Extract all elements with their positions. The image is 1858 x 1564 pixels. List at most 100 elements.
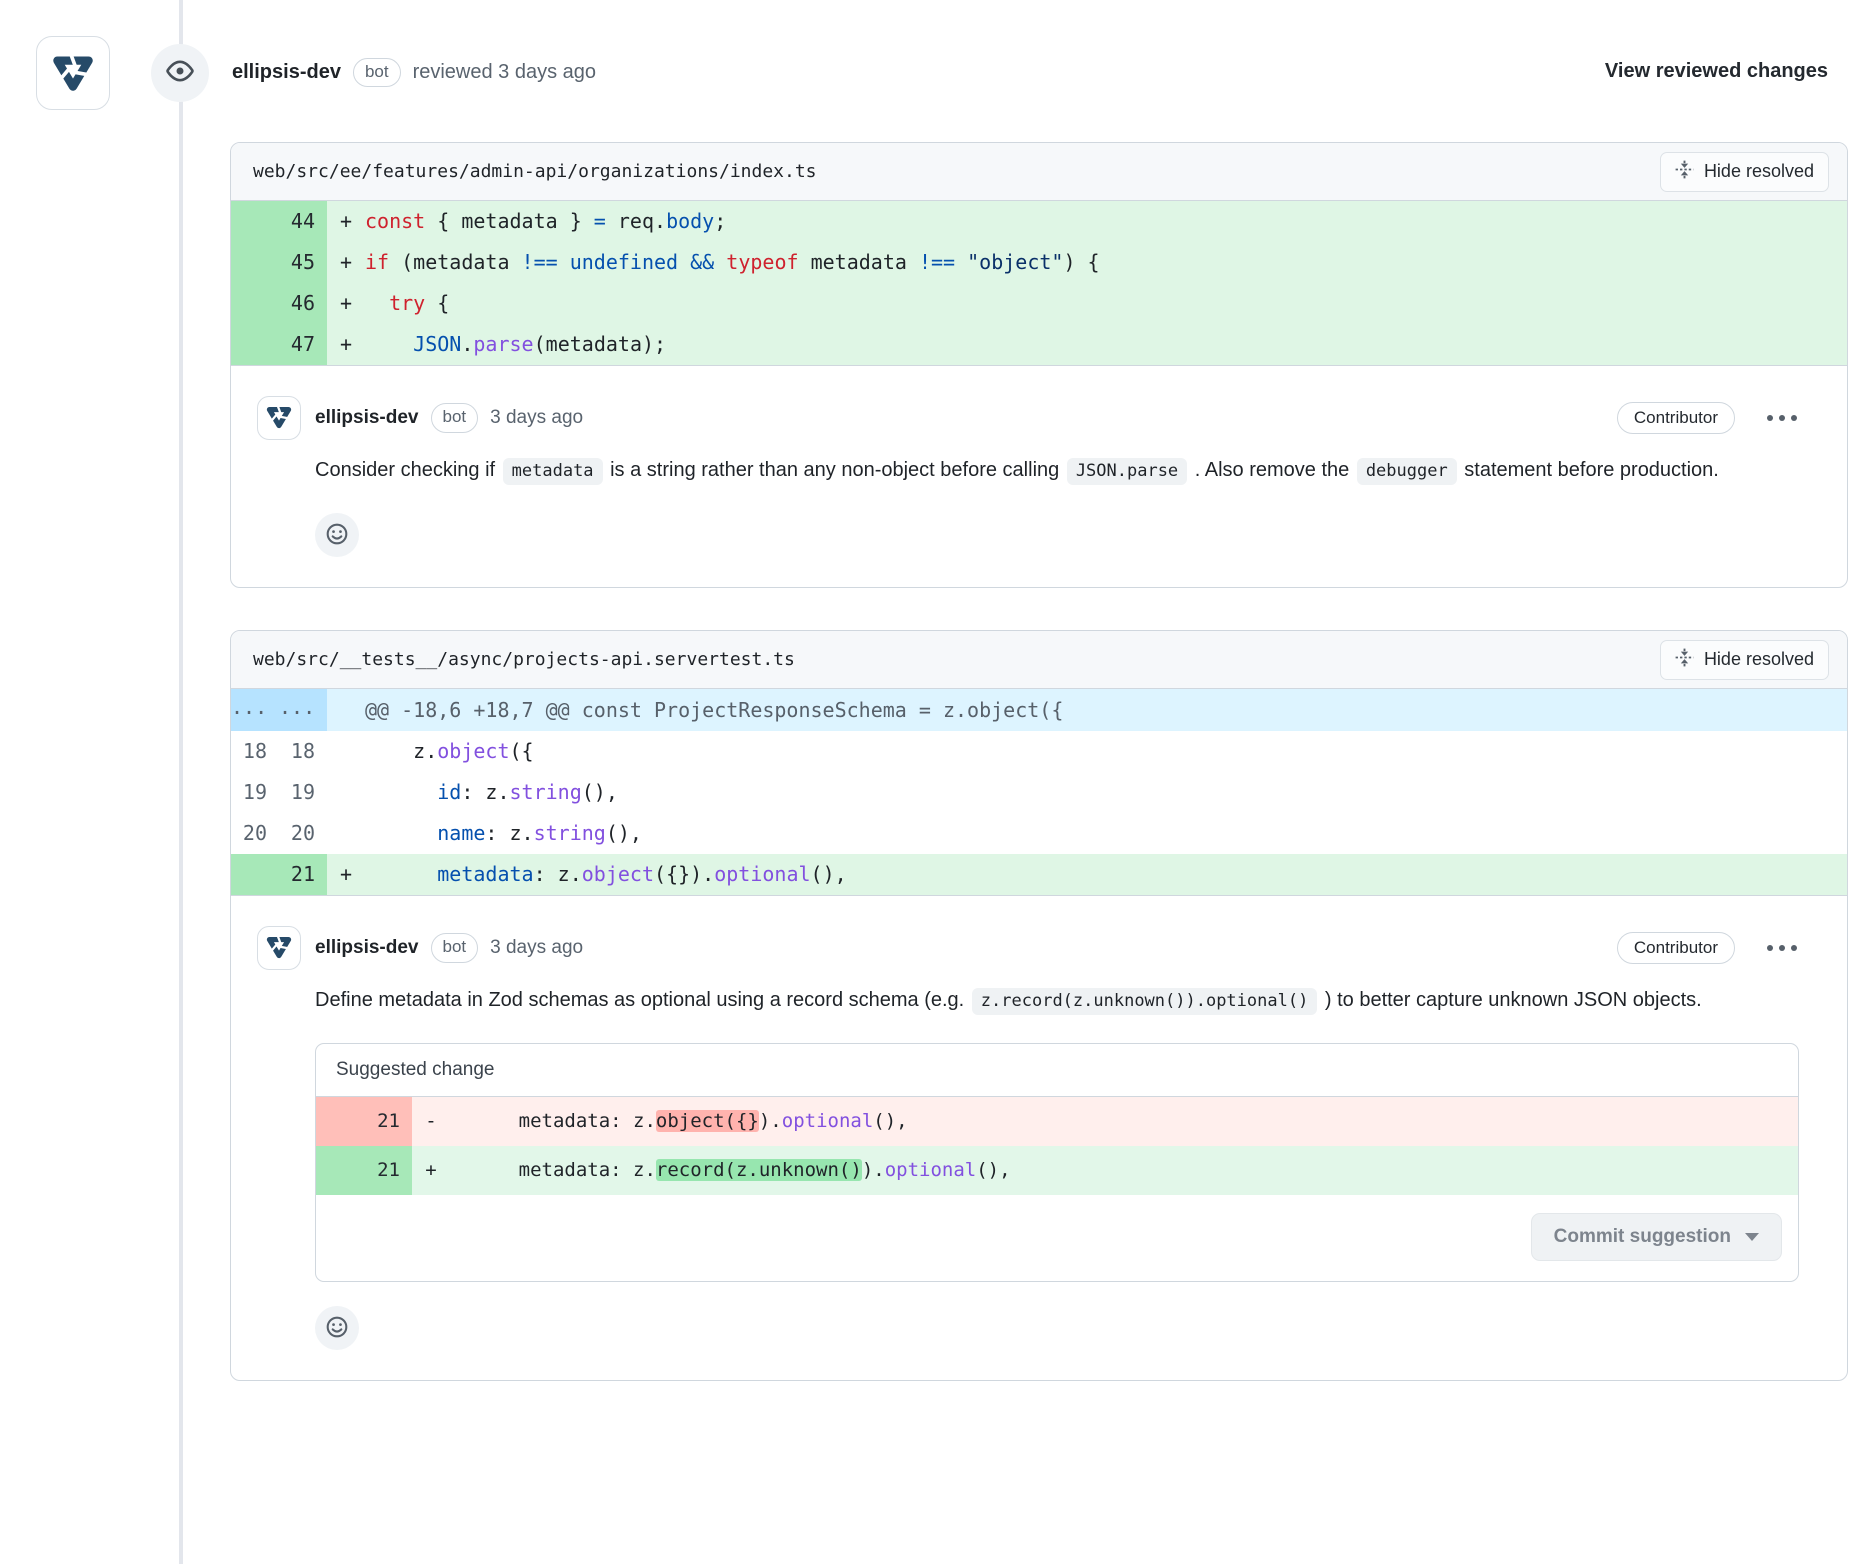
diff-sign: + xyxy=(327,242,365,283)
review-comment: ellipsis-dev bot 3 days ago Contributor … xyxy=(231,366,1847,587)
new-line-number: 45 xyxy=(279,242,327,283)
hunk-header-text: @@ -18,6 +18,7 @@ const ProjectResponseS… xyxy=(327,689,1063,731)
fold-icon xyxy=(1675,160,1694,184)
diff-line-context: 2020 name: z.string(), xyxy=(231,813,1847,854)
file-path-link[interactable]: web/src/ee/features/admin-api/organizati… xyxy=(253,161,817,182)
comment-timestamp[interactable]: 3 days ago xyxy=(490,937,583,959)
diff-sign: + xyxy=(327,324,365,365)
diff-line-added: 45 + if (metadata !== undefined && typeo… xyxy=(231,242,1847,283)
comment-timestamp[interactable]: 3 days ago xyxy=(490,407,583,429)
review-action: reviewed 3 days ago xyxy=(413,61,596,84)
kebab-menu-icon[interactable] xyxy=(1765,939,1799,957)
diff-line-added: 44 + const { metadata } = req.body; xyxy=(231,201,1847,242)
old-line-number: 18 xyxy=(231,731,279,772)
review-thread-card: web/src/ee/features/admin-api/organizati… xyxy=(230,142,1848,588)
file-header: web/src/__tests__/async/projects-api.ser… xyxy=(231,631,1847,689)
diff-sign: + xyxy=(327,283,365,324)
diff-block: ...... @@ -18,6 +18,7 @@ const ProjectRe… xyxy=(231,689,1847,896)
comment-author[interactable]: ellipsis-dev xyxy=(315,937,419,959)
old-line-number xyxy=(231,201,279,242)
contributor-badge: Contributor xyxy=(1617,932,1735,964)
diff-sign: - xyxy=(412,1097,450,1146)
diff-sign: + xyxy=(327,854,365,895)
diff-sign xyxy=(327,813,365,854)
diff-line-added: 21 + metadata: z.object({}).optional(), xyxy=(231,854,1847,895)
review-comment: ellipsis-dev bot 3 days ago Contributor … xyxy=(231,896,1847,1380)
code-line: if (metadata !== undefined && typeof met… xyxy=(365,242,1100,283)
review-thread-card: web/src/__tests__/async/projects-api.ser… xyxy=(230,630,1848,1381)
suggested-change-block: Suggested change 21 - metadata: z.object… xyxy=(315,1043,1799,1282)
new-line-number: 18 xyxy=(279,731,327,772)
code-line: metadata: z.object({}).optional(), xyxy=(365,854,847,895)
code-line: z.object({ xyxy=(365,731,534,772)
diff-sign: + xyxy=(412,1146,450,1195)
hide-resolved-button[interactable]: Hide resolved xyxy=(1660,152,1829,192)
new-line-number: 46 xyxy=(279,283,327,324)
new-line-number: 44 xyxy=(279,201,327,242)
chevron-down-icon xyxy=(1745,1233,1759,1241)
line-number: 21 xyxy=(364,1146,412,1195)
add-reaction-button[interactable] xyxy=(315,1306,359,1350)
old-line-number xyxy=(231,324,279,365)
file-path-link[interactable]: web/src/__tests__/async/projects-api.ser… xyxy=(253,649,795,670)
hide-resolved-label: Hide resolved xyxy=(1704,161,1814,182)
suggested-change-title: Suggested change xyxy=(316,1044,1798,1097)
comment-author[interactable]: ellipsis-dev xyxy=(315,407,419,429)
diff-sign xyxy=(327,772,365,813)
code-line: const { metadata } = req.body; xyxy=(365,201,726,242)
contributor-badge: Contributor xyxy=(1617,402,1735,434)
avatar[interactable] xyxy=(257,396,301,440)
old-line-number: 19 xyxy=(231,772,279,813)
diff-line-context: 1818 z.object({ xyxy=(231,731,1847,772)
eye-badge xyxy=(151,44,209,102)
hide-resolved-button[interactable]: Hide resolved xyxy=(1660,640,1829,680)
ellipsis-dev-logo-icon xyxy=(263,400,295,437)
kebab-menu-icon[interactable] xyxy=(1765,409,1799,427)
ellipsis-dev-logo-icon xyxy=(263,930,295,967)
diff-line-context: 1919 id: z.string(), xyxy=(231,772,1847,813)
commit-suggestion-label: Commit suggestion xyxy=(1554,1226,1731,1248)
timeline-line xyxy=(179,0,183,1564)
bot-badge: bot xyxy=(431,403,479,432)
line-number: 21 xyxy=(364,1097,412,1146)
new-line-number: 19 xyxy=(279,772,327,813)
hunk-dots: ... xyxy=(279,689,327,731)
view-reviewed-changes-link[interactable]: View reviewed changes xyxy=(1605,60,1828,83)
avatar[interactable] xyxy=(257,926,301,970)
diff-line-added: 47 + JSON.parse(metadata); xyxy=(231,324,1847,365)
new-line-number: 47 xyxy=(279,324,327,365)
bot-badge: bot xyxy=(431,933,479,962)
eye-icon xyxy=(166,57,194,90)
add-reaction-button[interactable] xyxy=(315,513,359,557)
code-line: try { xyxy=(365,283,449,324)
hide-resolved-label: Hide resolved xyxy=(1704,649,1814,670)
smiley-icon xyxy=(324,1314,350,1343)
hunk-header-line[interactable]: ...... @@ -18,6 +18,7 @@ const ProjectRe… xyxy=(231,689,1847,731)
hunk-dots: ... xyxy=(231,689,279,731)
code-line: metadata: z.record(z.unknown()).optional… xyxy=(450,1146,1011,1195)
old-line-number xyxy=(231,242,279,283)
diff-sign: + xyxy=(327,201,365,242)
code-line: id: z.string(), xyxy=(365,772,618,813)
code-line: JSON.parse(metadata); xyxy=(365,324,666,365)
file-header: web/src/ee/features/admin-api/organizati… xyxy=(231,143,1847,201)
avatar[interactable] xyxy=(36,36,110,110)
diff-sign xyxy=(327,731,365,772)
diff-line-added: 46 + try { xyxy=(231,283,1847,324)
review-author[interactable]: ellipsis-dev xyxy=(232,61,341,84)
smiley-icon xyxy=(324,521,350,550)
bot-badge: bot xyxy=(353,58,401,87)
comment-text: Consider checking if metadata is a strin… xyxy=(315,452,1799,489)
diff-block: 44 + const { metadata } = req.body; 45 +… xyxy=(231,201,1847,366)
new-line-number: 21 xyxy=(279,854,327,895)
ellipsis-dev-logo-icon xyxy=(47,45,99,102)
code-line: metadata: z.object({}).optional(), xyxy=(450,1097,908,1146)
code-line: name: z.string(), xyxy=(365,813,642,854)
commit-suggestion-button[interactable]: Commit suggestion xyxy=(1531,1213,1782,1261)
old-line-number: 20 xyxy=(231,813,279,854)
suggestion-line-deleted: 21 - metadata: z.object({}).optional(), xyxy=(316,1097,1798,1146)
comment-text: Define metadata in Zod schemas as option… xyxy=(315,982,1799,1019)
review-header: ellipsis-dev bot reviewed 3 days ago Vie… xyxy=(0,0,1858,110)
suggestion-line-added: 21 + metadata: z.record(z.unknown()).opt… xyxy=(316,1146,1798,1195)
old-line-number xyxy=(231,854,279,895)
